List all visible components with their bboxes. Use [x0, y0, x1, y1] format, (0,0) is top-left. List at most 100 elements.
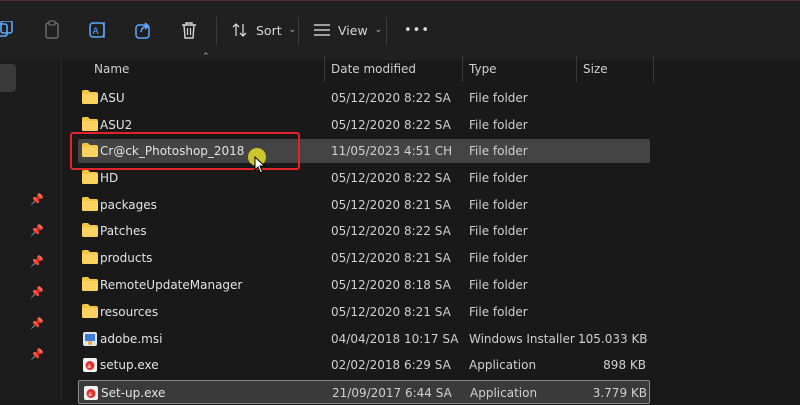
column-divider[interactable] — [653, 56, 654, 82]
copy-button[interactable] — [0, 15, 16, 45]
list-item[interactable]: a setup.exe 02/02/2018 6:29 SA Applicati… — [78, 353, 650, 377]
file-name: ASU2 — [100, 118, 133, 132]
toolbar-divider — [386, 17, 387, 45]
paste-button[interactable] — [44, 15, 60, 45]
list-item-selected[interactable]: Cr@ck_Photoshop_2018 11/05/2023 4:51 CH … — [78, 139, 650, 163]
sort-label: Sort — [256, 22, 282, 38]
file-size — [578, 86, 646, 110]
chevron-down-icon: ⌄ — [374, 25, 383, 35]
list-item[interactable]: resources 05/12/2020 8:21 SA File folder — [78, 300, 650, 324]
file-name: RemoteUpdateManager — [100, 278, 243, 292]
file-size — [578, 273, 646, 297]
sort-button[interactable]: Sort ⌄ — [232, 15, 296, 45]
copy-icon — [0, 21, 16, 39]
file-name: setup.exe — [100, 358, 159, 372]
file-size — [578, 113, 646, 137]
column-header-type[interactable]: Type — [463, 60, 577, 80]
list-item[interactable]: adobe.msi 04/04/2018 10:17 SA Windows In… — [78, 327, 650, 351]
paste-icon — [44, 20, 60, 40]
file-name: Patches — [100, 224, 147, 238]
list-item[interactable]: Patches 05/12/2020 8:22 SA File folder — [78, 219, 650, 243]
list-item[interactable]: products 05/12/2020 8:21 SA File folder — [78, 246, 650, 270]
file-name: HD — [100, 171, 119, 185]
file-type: File folder — [469, 171, 528, 185]
list-item[interactable]: ASU 05/12/2020 8:22 SA File folder — [78, 86, 650, 110]
chevron-down-icon: ⌄ — [288, 25, 297, 35]
folder-icon — [82, 277, 98, 291]
file-date: 05/12/2020 8:21 SA — [331, 305, 451, 319]
file-size — [578, 166, 646, 190]
pin-icon[interactable]: 📌 — [30, 349, 44, 361]
file-type: Application — [469, 358, 537, 372]
file-size: 898 KB — [603, 358, 646, 372]
file-type: Application — [470, 386, 538, 400]
adobe-app-icon: a — [82, 357, 98, 372]
column-header-name[interactable]: Name — [88, 60, 324, 80]
msi-installer-icon — [82, 331, 98, 346]
file-type: File folder — [469, 144, 528, 158]
adobe-app-icon: a — [83, 385, 99, 400]
list-item[interactable]: RemoteUpdateManager 05/12/2020 8:18 SA F… — [78, 273, 650, 297]
column-header-row: ⌃ Name Date modified Type Size — [66, 52, 800, 82]
more-icon: ••• — [404, 22, 431, 38]
file-date: 05/12/2020 8:21 SA — [331, 251, 451, 265]
list-item[interactable]: HD 05/12/2020 8:22 SA File folder — [78, 166, 650, 190]
list-item[interactable]: ASU2 05/12/2020 8:22 SA File folder — [78, 113, 650, 137]
list-item[interactable]: packages 05/12/2020 8:21 SA File folder — [78, 193, 650, 217]
pin-icon[interactable]: 📌 — [30, 256, 44, 268]
file-name: Set-up.exe — [101, 386, 166, 400]
file-type: File folder — [469, 91, 528, 105]
more-options-button[interactable]: ••• — [404, 15, 430, 45]
nav-selected-item[interactable] — [0, 64, 16, 92]
file-date: 05/12/2020 8:22 SA — [331, 91, 451, 105]
pin-icon[interactable]: 📌 — [30, 287, 44, 299]
sort-icon — [232, 22, 248, 38]
file-type: File folder — [469, 118, 528, 132]
file-date: 05/12/2020 8:22 SA — [331, 118, 451, 132]
file-name: products — [100, 251, 153, 265]
file-size — [578, 139, 646, 163]
folder-icon — [82, 90, 98, 104]
toolbar-divider — [298, 17, 299, 45]
file-size: 105.033 KB — [578, 332, 648, 346]
file-date: 05/12/2020 8:18 SA — [331, 278, 451, 292]
folder-icon — [82, 197, 98, 211]
list-item-focused[interactable]: a Set-up.exe 21/09/2017 6:44 SA Applicat… — [78, 380, 650, 404]
file-name: ASU — [100, 91, 125, 105]
svg-text:a: a — [87, 363, 91, 370]
pin-icon[interactable]: 📌 — [30, 225, 44, 237]
file-date: 11/05/2023 4:51 CH — [331, 144, 453, 158]
file-list: ⌃ Name Date modified Type Size ASU 05/12… — [66, 52, 800, 404]
file-type: File folder — [469, 305, 528, 319]
share-icon — [135, 21, 153, 39]
view-label: View — [338, 22, 368, 38]
rename-button[interactable]: A — [89, 15, 109, 45]
mouse-cursor-icon — [254, 155, 266, 177]
file-type: File folder — [469, 224, 528, 238]
file-date: 05/12/2020 8:22 SA — [331, 171, 451, 185]
command-bar: A Sort ⌄ View ⌄ ••• — [0, 0, 800, 60]
navigation-pane: 📌 📌 📌 📌 📌 📌 — [0, 60, 62, 400]
pin-icon[interactable]: 📌 — [30, 194, 44, 206]
folder-icon — [82, 304, 98, 318]
file-date: 02/02/2018 6:29 SA — [331, 358, 451, 372]
file-name: adobe.msi — [100, 332, 163, 346]
file-type: File folder — [469, 251, 528, 265]
column-header-size[interactable]: Size — [577, 60, 653, 80]
share-button[interactable] — [135, 15, 153, 45]
delete-button[interactable] — [181, 15, 197, 45]
file-size — [578, 300, 646, 324]
toolbar-divider — [216, 17, 217, 45]
view-icon — [314, 23, 330, 37]
view-button[interactable]: View ⌄ — [314, 15, 382, 45]
file-type: File folder — [469, 198, 528, 212]
file-date: 05/12/2020 8:21 SA — [331, 198, 451, 212]
pin-icon[interactable]: 📌 — [30, 318, 44, 330]
folder-icon — [82, 223, 98, 237]
svg-text:A: A — [93, 27, 100, 37]
folder-icon — [82, 117, 98, 131]
column-header-date[interactable]: Date modified — [325, 60, 462, 80]
file-date: 04/04/2018 10:17 SA — [331, 332, 459, 346]
file-size: 3.779 KB — [592, 386, 647, 400]
folder-icon — [82, 143, 98, 157]
